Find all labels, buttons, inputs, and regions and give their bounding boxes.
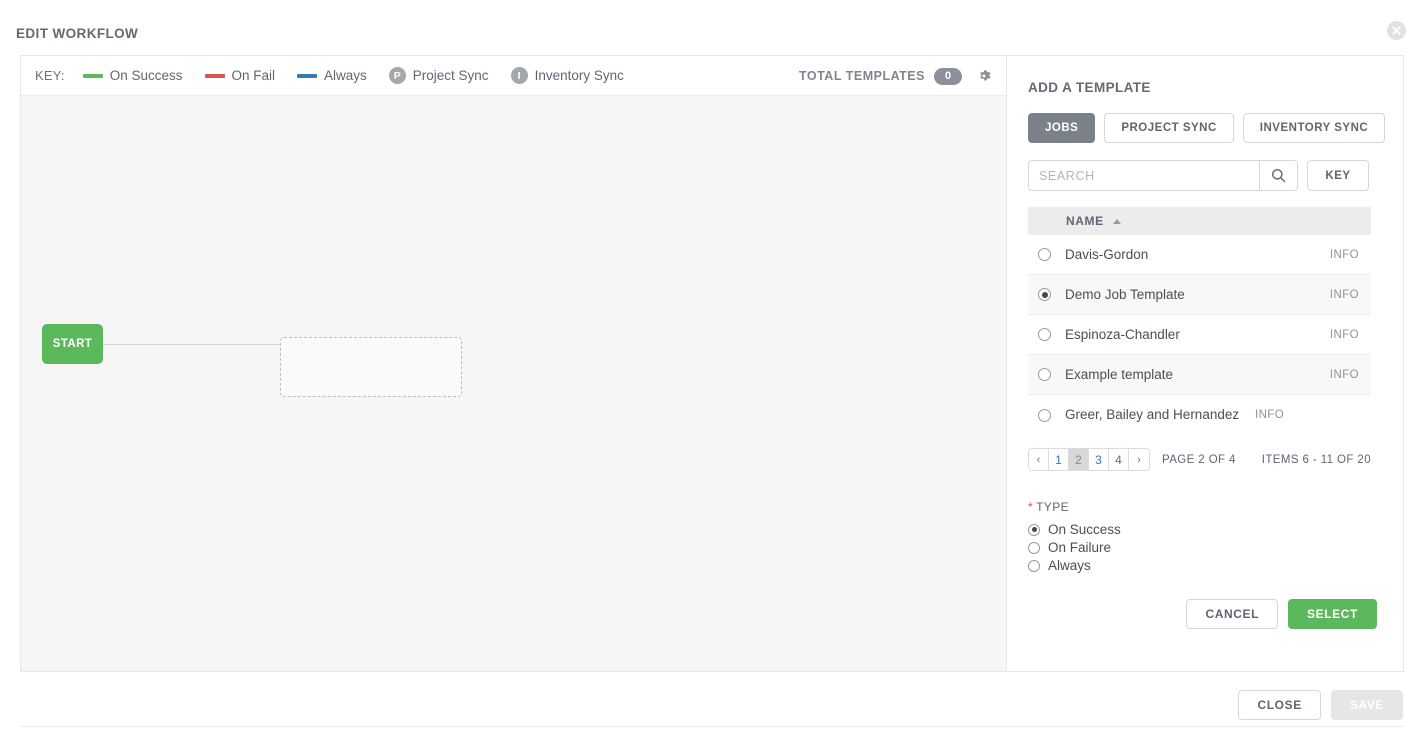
column-header-label: NAME bbox=[1066, 214, 1104, 228]
legend-item-on-success: On Success bbox=[82, 68, 183, 83]
project-sync-icon: P bbox=[388, 67, 406, 84]
legend-item-label: On Success bbox=[109, 68, 183, 83]
legend-item-label: Project Sync bbox=[412, 68, 489, 83]
column-header-name[interactable]: NAME bbox=[1028, 207, 1371, 235]
radio-always[interactable] bbox=[1028, 559, 1040, 572]
total-templates-label: TOTAL TEMPLATES bbox=[798, 69, 925, 83]
on-success-line-icon bbox=[82, 73, 103, 78]
row-radio[interactable] bbox=[1038, 328, 1051, 341]
row-name: Demo Job Template bbox=[1065, 286, 1185, 302]
type-option-always[interactable]: Always bbox=[1028, 558, 1387, 573]
row-name: Espinoza-Chandler bbox=[1065, 326, 1180, 342]
row-radio[interactable] bbox=[1038, 288, 1051, 301]
required-asterisk: * bbox=[1028, 500, 1034, 514]
legend-item-label: Always bbox=[324, 68, 367, 83]
pagination-page-3[interactable]: 3 bbox=[1089, 449, 1109, 470]
legend-item-label: Inventory Sync bbox=[534, 68, 624, 83]
type-option-on-failure[interactable]: On Failure bbox=[1028, 540, 1387, 555]
pagination-items-text: ITEMS 6 - 11 OF 20 bbox=[1261, 453, 1371, 466]
radio-on-success[interactable] bbox=[1028, 523, 1040, 536]
type-label: * TYPE bbox=[1028, 500, 1387, 514]
radio-on-failure[interactable] bbox=[1028, 541, 1040, 554]
page-title: EDIT WORKFLOW bbox=[16, 26, 139, 41]
pagination: ‹ 1 2 3 4 › PAGE 2 OF 4 ITEMS 6 - 11 OF … bbox=[1028, 448, 1371, 471]
total-templates-badge: 0 bbox=[934, 67, 962, 85]
dialog-body: KEY: On Success On Fail Always P Project… bbox=[20, 55, 1404, 672]
gear-icon[interactable] bbox=[976, 68, 992, 84]
cancel-button[interactable]: CANCEL bbox=[1186, 599, 1279, 629]
pagination-next[interactable]: › bbox=[1129, 449, 1149, 470]
tab-jobs[interactable]: JOBS bbox=[1028, 113, 1096, 143]
dialog-footer: CLOSE SAVE bbox=[0, 684, 1421, 726]
workflow-canvas[interactable]: START bbox=[21, 96, 1006, 671]
row-name: Davis-Gordon bbox=[1065, 246, 1149, 262]
row-info-link[interactable]: INFO bbox=[1330, 369, 1359, 381]
row-name: Example template bbox=[1065, 366, 1174, 382]
tab-inventory-sync[interactable]: INVENTORY SYNC bbox=[1242, 113, 1386, 143]
row-info-link[interactable]: INFO bbox=[1330, 329, 1359, 341]
legend-item-label: On Fail bbox=[231, 68, 276, 83]
templates-table: NAME Davis-Gordon INFO Demo Job Template… bbox=[1028, 207, 1371, 435]
type-option-label: On Success bbox=[1048, 522, 1121, 537]
legend-item-project-sync: P Project Sync bbox=[388, 67, 489, 84]
row-info-link[interactable]: INFO bbox=[1255, 409, 1284, 421]
add-template-panel: ADD A TEMPLATE JOBS PROJECT SYNC INVENTO… bbox=[1008, 56, 1403, 671]
workflow-canvas-column: KEY: On Success On Fail Always P Project… bbox=[21, 56, 1007, 671]
legend-label: KEY: bbox=[35, 68, 65, 83]
save-button: SAVE bbox=[1330, 690, 1403, 720]
pagination-page-1[interactable]: 1 bbox=[1049, 449, 1069, 470]
legend-bar: KEY: On Success On Fail Always P Project… bbox=[21, 56, 1006, 96]
key-button[interactable]: KEY bbox=[1307, 160, 1369, 191]
row-radio[interactable] bbox=[1038, 368, 1051, 381]
always-line-icon bbox=[297, 73, 318, 78]
table-row[interactable]: Davis-Gordon INFO bbox=[1028, 235, 1371, 275]
type-option-on-success[interactable]: On Success bbox=[1028, 522, 1387, 537]
table-row[interactable]: Greer, Bailey and Hernandez INFO bbox=[1028, 395, 1371, 435]
type-label-text: TYPE bbox=[1036, 500, 1070, 514]
row-radio[interactable] bbox=[1038, 408, 1051, 422]
close-icon[interactable] bbox=[1387, 21, 1406, 40]
row-name: Greer, Bailey and Hernandez bbox=[1065, 407, 1240, 423]
search-row: KEY bbox=[1028, 160, 1387, 191]
sort-ascending-icon bbox=[1112, 218, 1121, 224]
inventory-sync-icon: I bbox=[510, 67, 528, 84]
placeholder-node[interactable] bbox=[280, 337, 462, 397]
table-row[interactable]: Demo Job Template INFO bbox=[1028, 275, 1371, 315]
pagination-page-4[interactable]: 4 bbox=[1109, 449, 1129, 470]
search-input[interactable] bbox=[1029, 161, 1259, 190]
pagination-page-text: PAGE 2 OF 4 bbox=[1162, 453, 1236, 466]
pagination-prev[interactable]: ‹ bbox=[1029, 449, 1049, 470]
panel-title: ADD A TEMPLATE bbox=[1028, 80, 1151, 95]
select-button[interactable]: SELECT bbox=[1288, 599, 1377, 629]
pagination-page-2[interactable]: 2 bbox=[1069, 449, 1089, 470]
search-icon[interactable] bbox=[1259, 161, 1297, 190]
edit-workflow-dialog: EDIT WORKFLOW KEY: On Success On Fail Al… bbox=[0, 0, 1421, 730]
workflow-link bbox=[103, 344, 281, 345]
start-node[interactable]: START bbox=[42, 324, 103, 364]
legend-item-on-fail: On Fail bbox=[204, 68, 276, 83]
tab-project-sync[interactable]: PROJECT SYNC bbox=[1104, 113, 1234, 143]
table-row[interactable]: Espinoza-Chandler INFO bbox=[1028, 315, 1371, 355]
panel-actions: CANCEL SELECT bbox=[1024, 599, 1377, 629]
footer-divider bbox=[20, 726, 1404, 727]
template-type-tabs: JOBS PROJECT SYNC INVENTORY SYNC bbox=[1028, 113, 1387, 143]
on-fail-line-icon bbox=[204, 73, 225, 78]
search-field-wrapper bbox=[1028, 160, 1298, 191]
row-radio[interactable] bbox=[1038, 248, 1051, 261]
close-button[interactable]: CLOSE bbox=[1238, 690, 1321, 720]
row-info-link[interactable]: INFO bbox=[1330, 289, 1359, 301]
total-templates-area: TOTAL TEMPLATES 0 bbox=[799, 56, 996, 96]
legend-item-inventory-sync: I Inventory Sync bbox=[510, 67, 624, 84]
type-option-label: On Failure bbox=[1048, 540, 1112, 555]
legend-item-always: Always bbox=[297, 68, 367, 83]
table-row[interactable]: Example template INFO bbox=[1028, 355, 1371, 395]
pagination-buttons: ‹ 1 2 3 4 › bbox=[1028, 448, 1150, 471]
row-info-link[interactable]: INFO bbox=[1330, 249, 1359, 261]
type-option-label: Always bbox=[1048, 558, 1091, 573]
